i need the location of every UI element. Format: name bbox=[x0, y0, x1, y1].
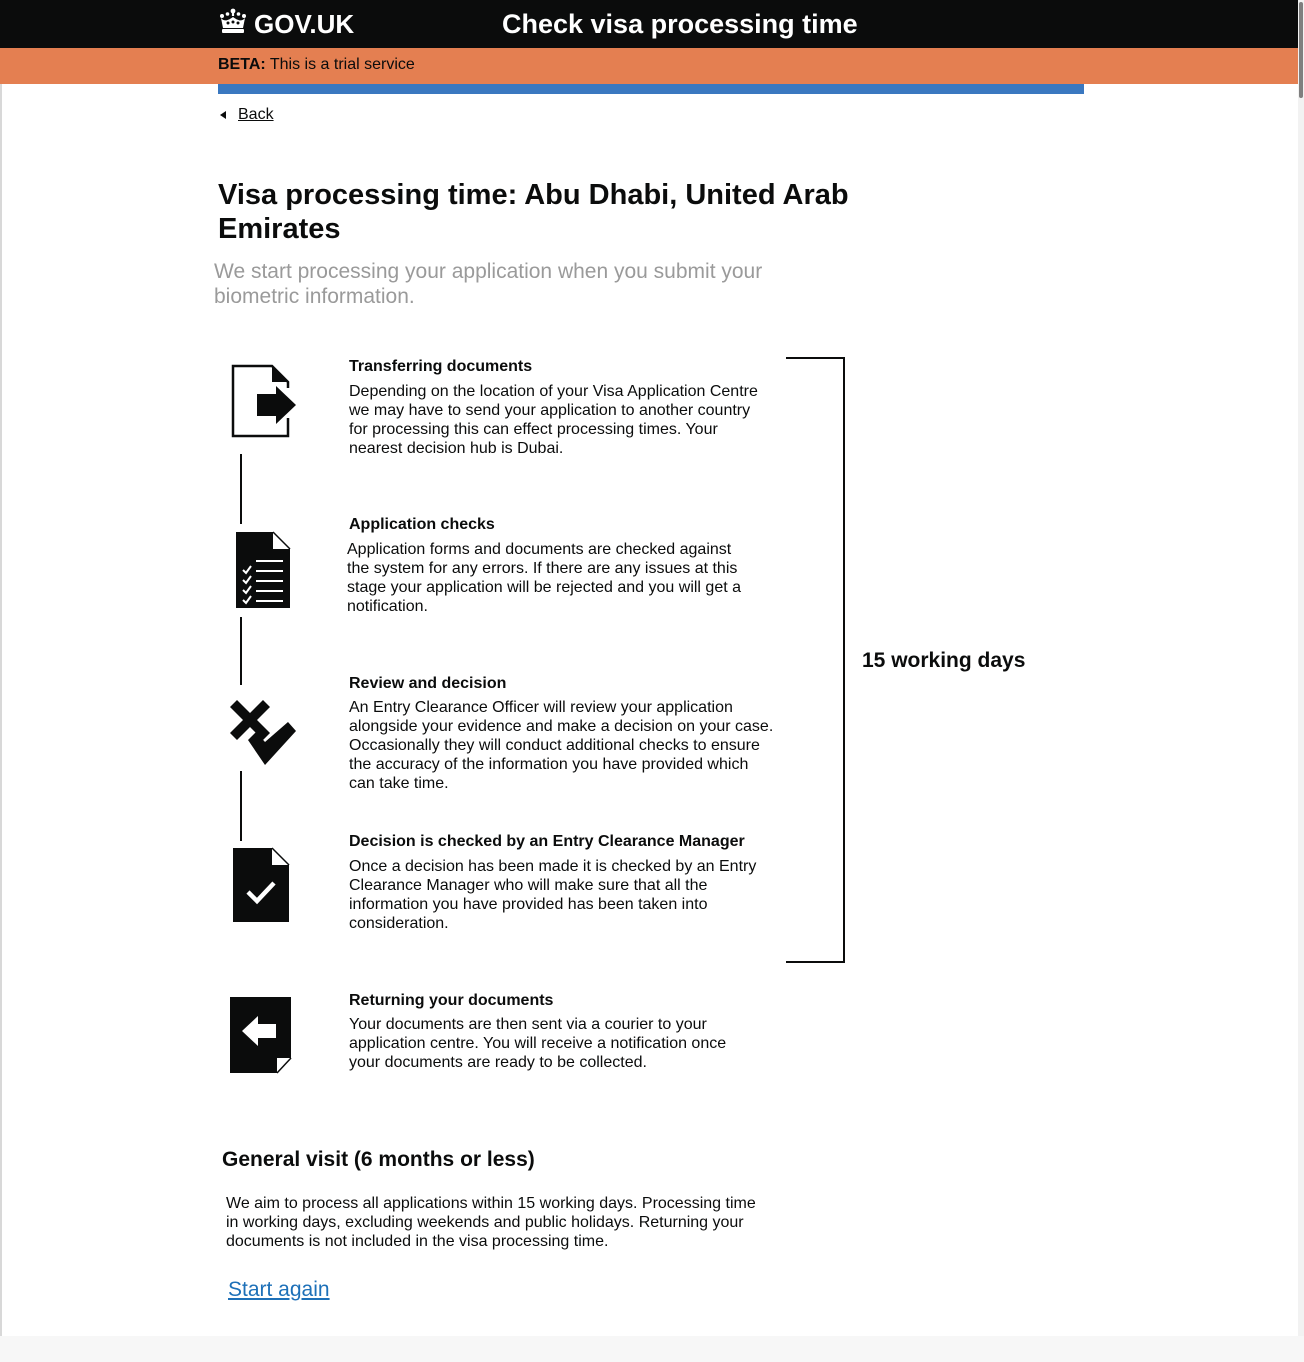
step-description: Application forms and documents are chec… bbox=[347, 541, 742, 615]
back-link-container: Back bbox=[220, 105, 274, 125]
beta-banner-text: BETA: This is a trial service bbox=[218, 55, 415, 75]
step-title: Review and decision bbox=[349, 675, 507, 692]
step-description: Once a decision has been made it is chec… bbox=[349, 858, 757, 932]
timeline-connector bbox=[240, 771, 242, 841]
beta-banner bbox=[0, 48, 1298, 84]
govuk-logo-link[interactable]: GOV.UK bbox=[218, 8, 354, 40]
timeline-connector bbox=[240, 454, 242, 524]
step-title: Transferring documents bbox=[349, 358, 533, 375]
step-description: Your documents are then sent via a couri… bbox=[349, 1016, 727, 1071]
page-edge bbox=[0, 84, 2, 1336]
processing-time-label: 15 working days bbox=[862, 649, 1026, 672]
logo-text: GOV.UK bbox=[254, 8, 355, 39]
back-link[interactable]: Back bbox=[238, 105, 274, 125]
processing-time-bracket bbox=[786, 357, 845, 963]
timeline-connector bbox=[240, 617, 242, 685]
page-title: Visa processing time: Abu Dhabi, United … bbox=[218, 179, 849, 245]
beta-tag: BETA: bbox=[218, 56, 266, 73]
cross-and-tick-icon bbox=[228, 698, 300, 773]
checklist-document-icon bbox=[235, 531, 292, 614]
header-accent-bar bbox=[218, 84, 1084, 94]
scrollbar-thumb[interactable] bbox=[1299, 2, 1303, 98]
crown-icon bbox=[218, 8, 254, 41]
step-description: Depending on the location of your Visa A… bbox=[349, 383, 758, 457]
back-arrow-icon bbox=[220, 111, 226, 119]
step-title: Application checks bbox=[349, 516, 495, 533]
scrollbar[interactable] bbox=[1298, 0, 1304, 1336]
step-description: An Entry Clearance Officer will review y… bbox=[349, 699, 774, 792]
document-forward-icon bbox=[230, 364, 300, 444]
start-again-link[interactable]: Start again bbox=[228, 1277, 330, 1303]
document-return-icon bbox=[229, 996, 293, 1079]
step-title: Returning your documents bbox=[349, 992, 554, 1009]
visa-type-text: We aim to process all applications withi… bbox=[226, 1195, 756, 1250]
visa-type-heading: General visit (6 months or less) bbox=[222, 1148, 535, 1171]
site-header: GOV.UK Check visa processing time bbox=[0, 0, 1298, 48]
page-lede: We start processing your application whe… bbox=[214, 260, 763, 308]
page-bottom bbox=[0, 1336, 1304, 1362]
step-title: Decision is checked by an Entry Clearanc… bbox=[349, 833, 745, 850]
service-name[interactable]: Check visa processing time bbox=[502, 8, 858, 40]
approved-document-icon bbox=[232, 847, 290, 929]
beta-message: This is a trial service bbox=[269, 56, 415, 73]
